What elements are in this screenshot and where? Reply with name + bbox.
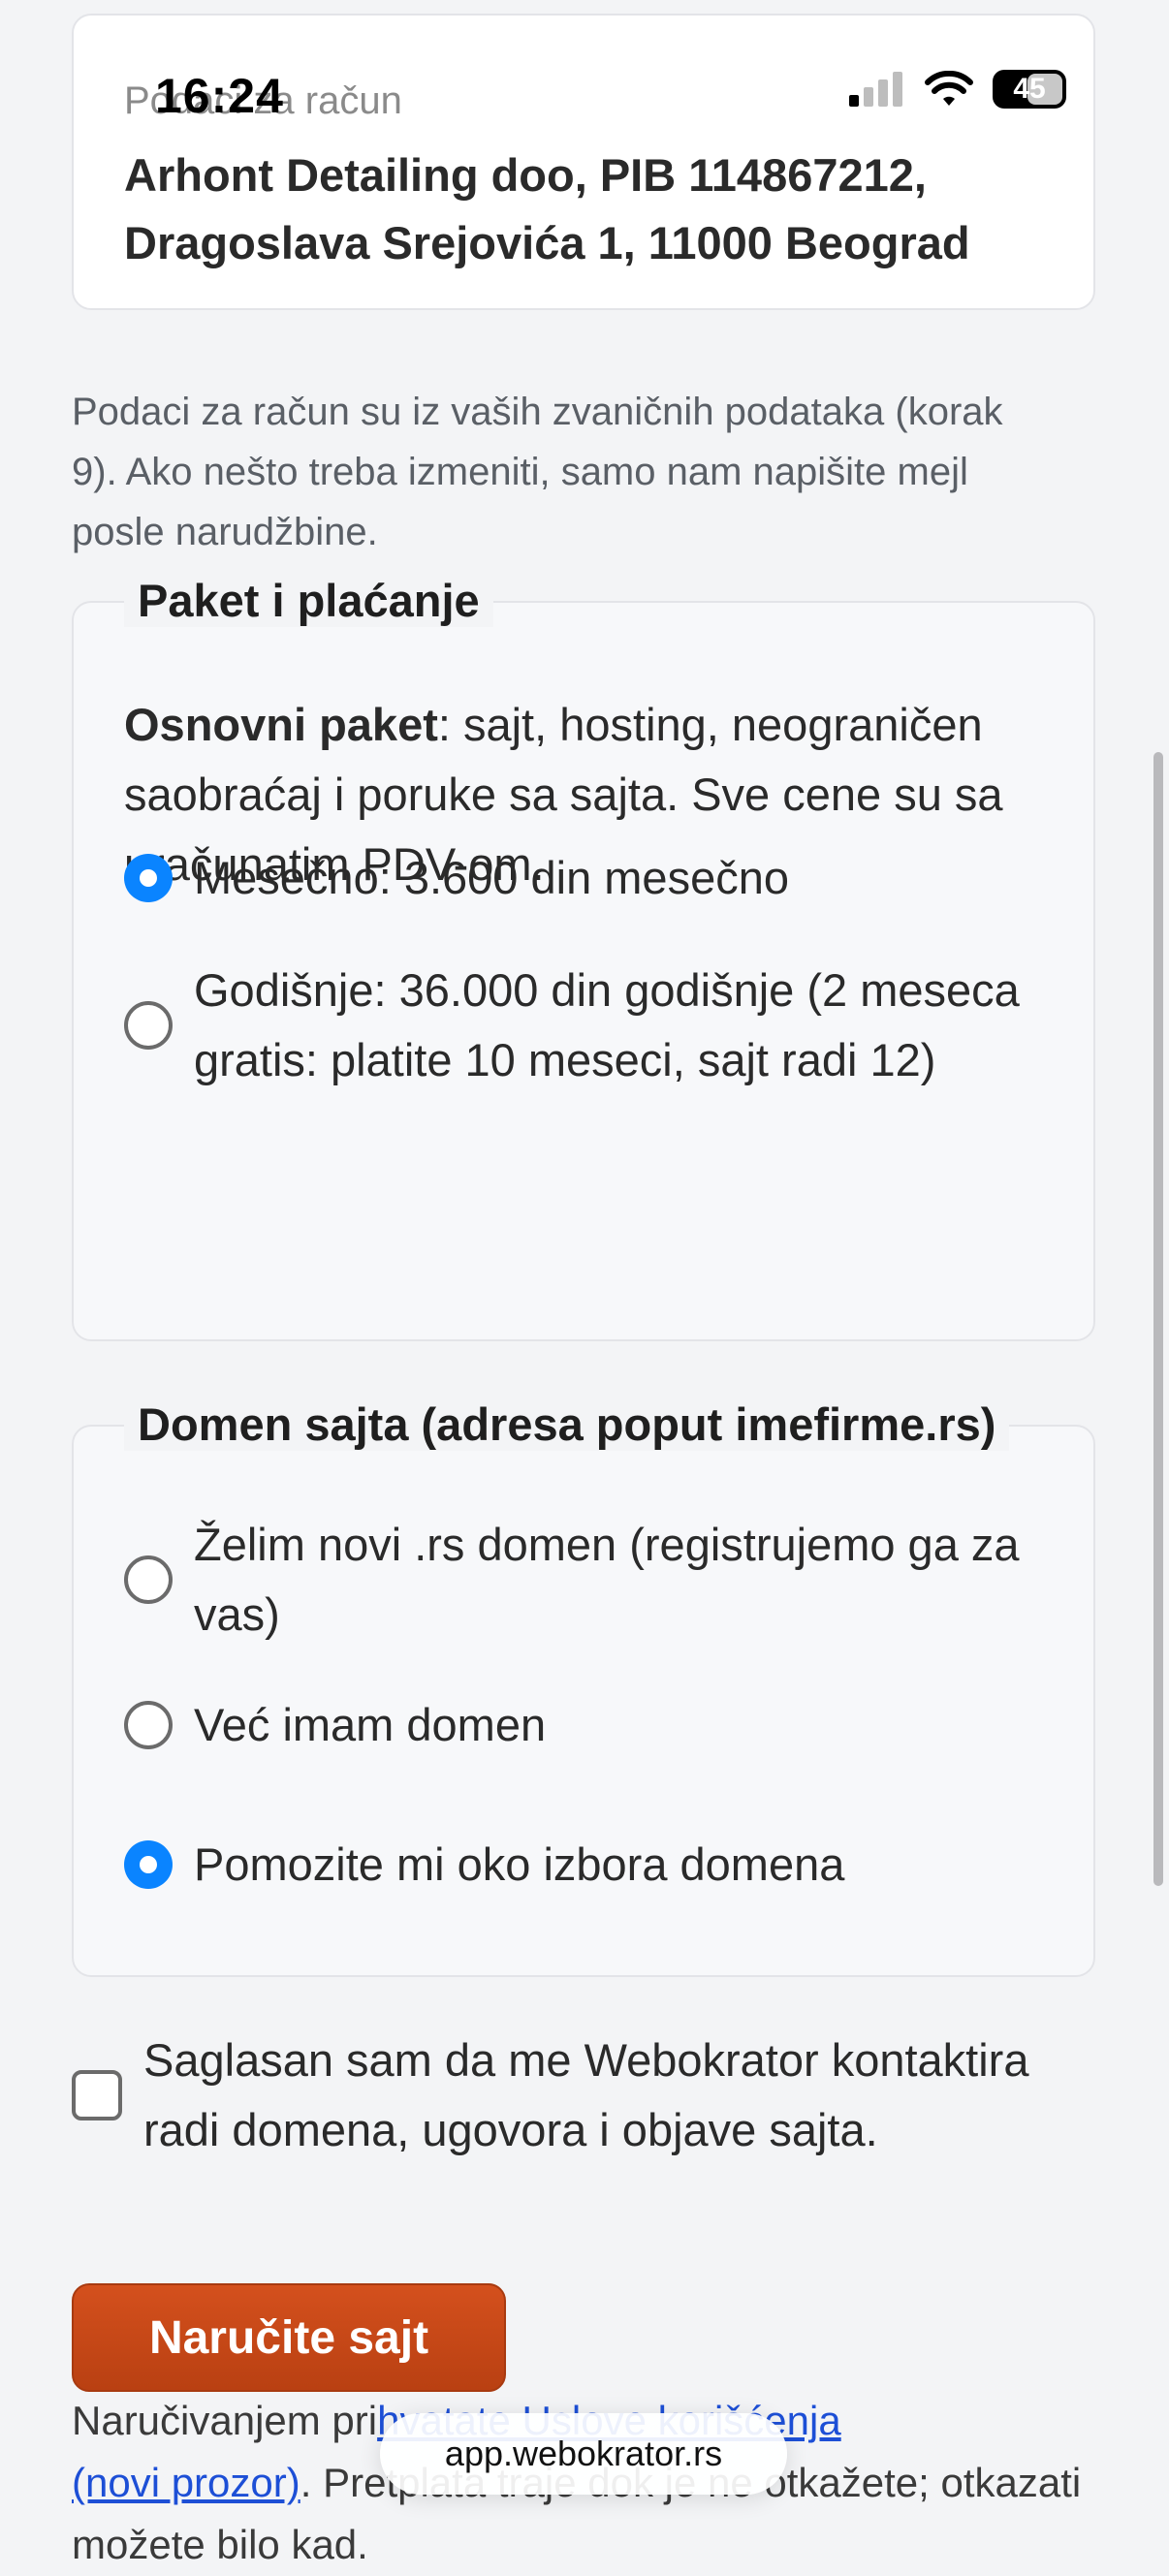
consent-label[interactable]: Saglasan sam da me Webokrator kontaktira… <box>143 2026 1099 2165</box>
domain-option-help-label[interactable]: Pomozite mi oko izbora domena <box>194 1830 844 1900</box>
wifi-icon <box>925 71 973 106</box>
terms-before: Naručivanjem pri <box>72 2398 378 2443</box>
terms-new-window-link[interactable]: (novi prozor) <box>72 2460 300 2505</box>
signal-icon <box>849 72 902 107</box>
package-fieldset: Paket i plaćanje Osnovni paket: sajt, ho… <box>72 574 1095 1341</box>
domain-option-help[interactable]: Pomozite mi oko izbora domena <box>124 1830 1055 1900</box>
battery-level: 45 <box>1013 73 1046 105</box>
domain-legend: Domen sajta (adresa poput imefirme.rs) <box>124 1398 1010 1451</box>
billing-note: Podaci za račun su iz vaših zvaničnih po… <box>72 391 1003 553</box>
package-name: Osnovni paket <box>124 699 438 750</box>
payment-option-monthly-label[interactable]: Mesečno: 3.600 din mesečno <box>194 843 789 913</box>
package-legend: Paket i plaćanje <box>124 574 493 627</box>
billing-value: Arhont Detailing doo, PIB 114867212, Dra… <box>124 149 970 268</box>
payment-option-yearly[interactable]: Godišnje: 36.000 din godišnje (2 meseca … <box>124 956 1055 1095</box>
status-time: 16:24 <box>155 69 284 123</box>
scrollbar[interactable] <box>1153 752 1163 1886</box>
payment-option-monthly[interactable]: Mesečno: 3.600 din mesečno <box>124 843 1055 913</box>
battery-icon: 45 <box>993 70 1066 109</box>
url-bar[interactable]: app.webokrator.rs <box>380 2413 787 2495</box>
radio-domain-existing[interactable] <box>124 1701 173 1749</box>
radio-yearly[interactable] <box>124 1001 173 1050</box>
domain-option-new-label[interactable]: Želim novi .rs domen (registrujemo ga za… <box>194 1510 1055 1649</box>
consent-row[interactable]: Saglasan sam da me Webokrator kontaktira… <box>72 2026 1099 2165</box>
status-icons: 45 <box>849 70 1066 109</box>
radio-monthly[interactable] <box>124 854 173 902</box>
radio-domain-new[interactable] <box>124 1555 173 1604</box>
domain-option-existing-label[interactable]: Već imam domen <box>194 1690 546 1760</box>
payment-option-yearly-label[interactable]: Godišnje: 36.000 din godišnje (2 meseca … <box>194 956 1055 1095</box>
domain-option-new[interactable]: Želim novi .rs domen (registrujemo ga za… <box>124 1510 1055 1649</box>
domain-fieldset: Domen sajta (adresa poput imefirme.rs) Ž… <box>72 1398 1095 1977</box>
billing-card: Podaci za račun Arhont Detailing doo, PI… <box>72 14 1095 310</box>
consent-checkbox[interactable] <box>72 2070 122 2120</box>
domain-option-existing[interactable]: Već imam domen <box>124 1690 1055 1760</box>
order-button[interactable]: Naručite sajt <box>72 2283 506 2392</box>
radio-domain-help[interactable] <box>124 1840 173 1889</box>
